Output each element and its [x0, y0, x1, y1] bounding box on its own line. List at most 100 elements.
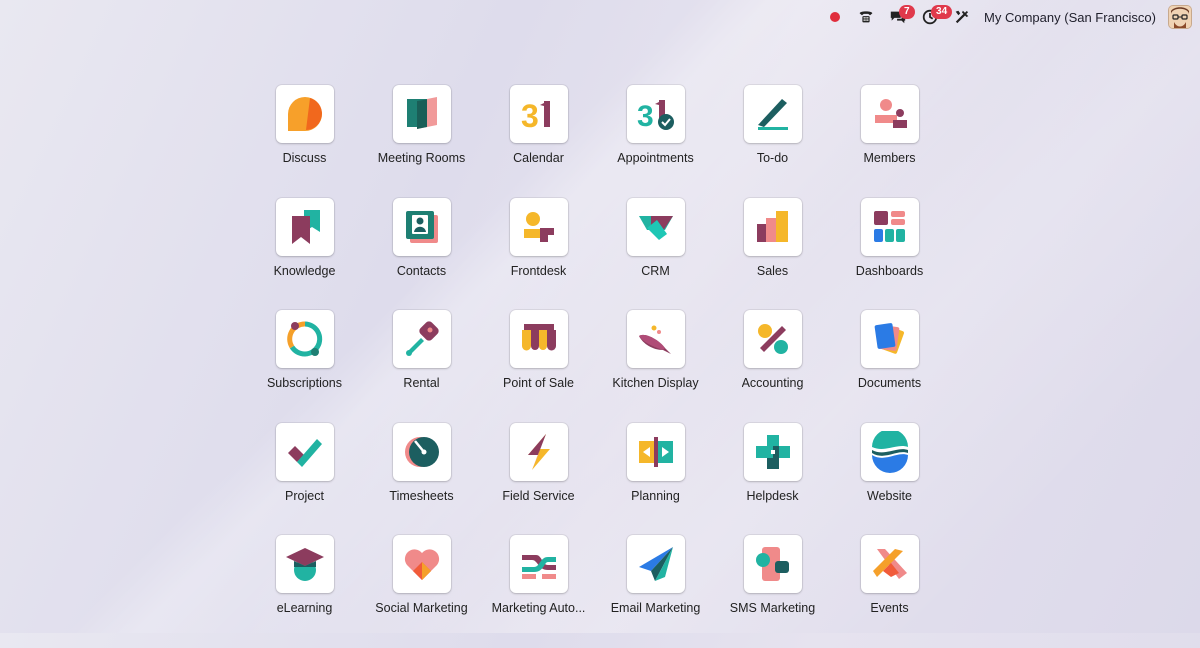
svg-text:3: 3: [637, 100, 654, 133]
events-icon: [860, 535, 919, 593]
app-documents[interactable]: Documents: [831, 310, 948, 423]
app-dashboards[interactable]: Dashboards: [831, 197, 948, 311]
crm-icon: [626, 197, 685, 256]
app-label: Documents: [857, 376, 922, 390]
app-calendar[interactable]: 3 Calendar: [480, 85, 597, 198]
record-dot-icon: [830, 12, 841, 22]
app-planning[interactable]: Planning: [597, 422, 714, 536]
app-label: Members: [863, 151, 916, 165]
app-elearning[interactable]: eLearning: [246, 535, 363, 648]
app-label: Frontdesk: [510, 263, 567, 278]
app-label: Appointments: [617, 151, 694, 165]
app-label: eLearning: [276, 601, 333, 615]
app-label: Point of Sale: [503, 376, 574, 390]
timesheets-icon: [392, 422, 451, 481]
tools-icon: [955, 10, 969, 24]
app-rental[interactable]: Rental: [363, 310, 480, 423]
frontdesk-icon: [509, 197, 568, 256]
app-appointments[interactable]: 3 Appointments: [597, 85, 714, 198]
app-label: SMS Marketing: [729, 601, 816, 615]
marketing-automation-icon: [509, 535, 568, 593]
app-helpdesk[interactable]: Helpdesk: [714, 422, 831, 536]
social-marketing-icon: [392, 535, 451, 593]
app-label: Calendar: [513, 151, 564, 165]
app-field-service[interactable]: Field Service: [480, 422, 597, 536]
app-label: Events: [870, 601, 909, 615]
app-label: Contacts: [396, 263, 447, 278]
app-label: Field Service: [502, 488, 575, 503]
app-label: Subscriptions: [266, 376, 343, 390]
phone-button[interactable]: [850, 0, 882, 34]
sales-icon: [743, 197, 802, 256]
company-switcher[interactable]: My Company (San Francisco): [978, 0, 1166, 34]
systray: 7 34 My Company (San Francisco): [820, 0, 1200, 34]
app-timesheets[interactable]: Timesheets: [363, 422, 480, 536]
app-website[interactable]: Website: [831, 422, 948, 536]
app-frontdesk[interactable]: Frontdesk: [480, 197, 597, 311]
app-subscriptions[interactable]: Subscriptions: [246, 310, 363, 423]
app-events[interactable]: Events: [831, 535, 948, 648]
app-label: Marketing Auto...: [491, 601, 586, 615]
svg-text:3: 3: [521, 98, 539, 134]
project-icon: [275, 422, 334, 481]
discuss-icon: [275, 85, 334, 143]
app-members[interactable]: Members: [831, 85, 948, 198]
app-discuss[interactable]: Discuss: [246, 85, 363, 198]
app-project[interactable]: Project: [246, 422, 363, 536]
rental-icon: [392, 310, 451, 368]
app-social-marketing[interactable]: Social Marketing: [363, 535, 480, 648]
members-icon: [860, 85, 919, 143]
todo-icon: [743, 85, 802, 143]
user-menu[interactable]: [1166, 0, 1194, 34]
app-label: Planning: [631, 488, 680, 503]
app-accounting[interactable]: Accounting: [714, 310, 831, 423]
activities-button[interactable]: 34: [914, 0, 953, 34]
helpdesk-icon: [743, 422, 802, 481]
app-sales[interactable]: Sales: [714, 197, 831, 311]
email-marketing-icon: [626, 535, 685, 593]
app-point-of-sale[interactable]: Point of Sale: [480, 310, 597, 423]
app-kitchen-display[interactable]: Kitchen Display: [597, 310, 714, 423]
recording-indicator[interactable]: [820, 0, 850, 34]
app-label: Helpdesk: [746, 488, 799, 503]
app-label: Meeting Rooms: [377, 151, 466, 165]
messages-badge: 7: [899, 5, 915, 19]
app-label: To-do: [756, 151, 789, 165]
documents-icon: [860, 310, 919, 368]
appointments-icon: 3: [626, 85, 685, 143]
app-label: Social Marketing: [375, 601, 468, 615]
app-meeting-rooms[interactable]: Meeting Rooms: [363, 85, 480, 198]
messages-button[interactable]: 7: [882, 0, 915, 34]
website-icon: [860, 422, 919, 481]
app-knowledge[interactable]: Knowledge: [246, 197, 363, 311]
knowledge-icon: [275, 197, 334, 256]
calendar-icon: 3: [509, 85, 568, 143]
app-sms-marketing[interactable]: SMS Marketing: [714, 535, 831, 648]
app-todo[interactable]: To-do: [714, 85, 831, 198]
app-crm[interactable]: CRM: [597, 197, 714, 311]
app-marketing-automation[interactable]: Marketing Auto...: [480, 535, 597, 648]
subscriptions-icon: [275, 310, 334, 368]
planning-icon: [626, 422, 685, 481]
app-label: Website: [867, 488, 912, 503]
avatar-face-icon: [1169, 6, 1191, 28]
app-label: Email Marketing: [610, 601, 701, 615]
sms-marketing-icon: [743, 535, 802, 593]
meeting-rooms-icon: [392, 85, 451, 143]
app-label: Timesheets: [389, 488, 454, 503]
app-label: Rental: [403, 376, 440, 390]
elearning-icon: [275, 535, 334, 593]
app-label: Discuss: [282, 151, 327, 165]
app-email-marketing[interactable]: Email Marketing: [597, 535, 714, 648]
kitchen-display-icon: [626, 310, 685, 368]
field-service-icon: [509, 422, 568, 481]
dashboards-icon: [860, 197, 919, 256]
tools-button[interactable]: [946, 0, 978, 34]
phone-icon: [859, 11, 873, 23]
app-label: Knowledge: [273, 263, 336, 278]
point-of-sale-icon: [509, 310, 568, 368]
app-contacts[interactable]: Contacts: [363, 197, 480, 311]
accounting-icon: [743, 310, 802, 368]
app-label: Kitchen Display: [612, 376, 699, 390]
app-label: Project: [285, 488, 324, 503]
